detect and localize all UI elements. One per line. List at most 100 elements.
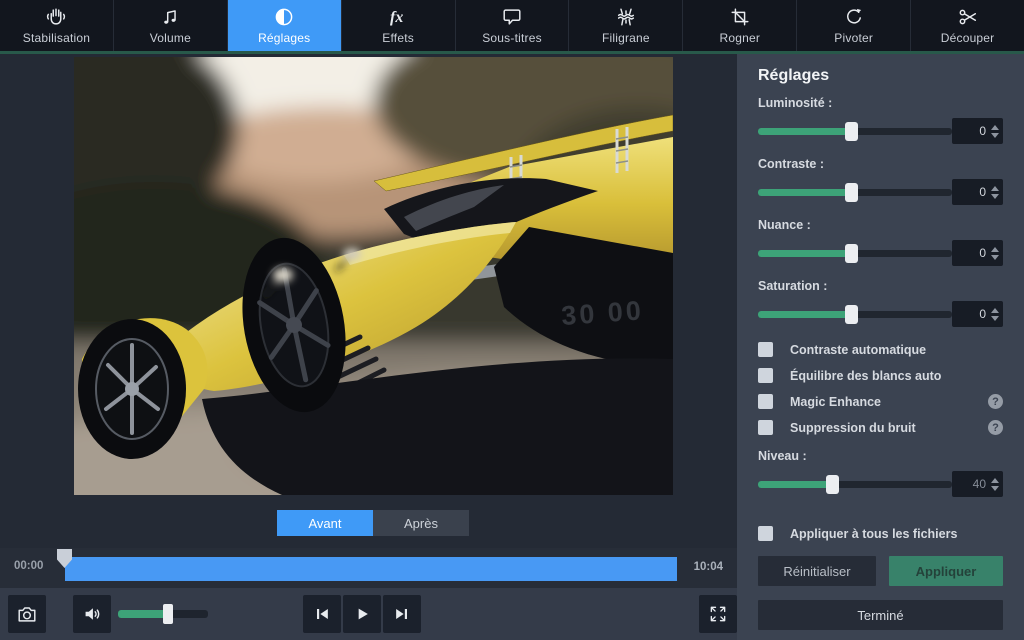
brightness-value-box[interactable]: 0 (952, 118, 1003, 144)
rotate-icon (843, 6, 865, 28)
fullscreen-button[interactable] (699, 595, 737, 633)
volume-thumb[interactable] (163, 604, 173, 624)
apply-all-label: Appliquer à tous les fichiers (790, 527, 957, 541)
hue-slider[interactable] (758, 250, 952, 257)
play-button[interactable] (343, 595, 381, 633)
crop-icon (729, 6, 751, 28)
white-balance-checkbox[interactable] (758, 368, 773, 383)
adjustments-panel: Réglages Luminosité : 0 Contraste : (737, 54, 1024, 640)
magic-enhance-checkbox[interactable] (758, 394, 773, 409)
saturation-thumb[interactable] (845, 305, 858, 324)
brightness-thumb[interactable] (845, 122, 858, 141)
reset-button[interactable]: Réinitialiser (758, 556, 876, 586)
white-balance-row: Équilibre des blancs auto (758, 368, 1003, 383)
tab-volume[interactable]: Volume (113, 0, 227, 51)
spinner-arrows-icon[interactable] (991, 308, 999, 321)
panel-title: Réglages (758, 67, 1003, 85)
magic-enhance-label: Magic Enhance (790, 395, 881, 409)
brightness-label: Luminosité : (758, 96, 1003, 110)
saturation-slider[interactable] (758, 311, 952, 318)
hue-thumb[interactable] (845, 244, 858, 263)
apply-button[interactable]: Appliquer (889, 556, 1003, 586)
auto-contrast-label: Contraste automatique (790, 343, 926, 357)
video-preview-frame: 30 00 (74, 57, 673, 495)
tab-label: Volume (150, 31, 191, 45)
tab-pivoter[interactable]: Pivoter (796, 0, 910, 51)
total-time: 10:04 (694, 561, 723, 573)
volume-slider[interactable] (118, 610, 208, 618)
auto-contrast-checkbox[interactable] (758, 342, 773, 357)
seek-timeline: 00:00 10:04 (0, 548, 737, 588)
brightness-slider[interactable] (758, 128, 952, 135)
apply-all-checkbox[interactable] (758, 526, 773, 541)
level-value-box[interactable]: 40 (952, 471, 1003, 497)
noise-removal-label: Suppression du bruit (790, 421, 916, 435)
hue-group: Nuance : 0 (758, 218, 1003, 266)
level-slider[interactable] (758, 481, 952, 488)
contrast-value-box[interactable]: 0 (952, 179, 1003, 205)
tab-label: Stabilisation (23, 31, 90, 45)
speaker-icon (81, 603, 103, 625)
playhead-marker[interactable] (57, 549, 72, 568)
before-button[interactable]: Avant (277, 510, 373, 536)
tab-sous-titres[interactable]: Sous-titres (455, 0, 569, 51)
hue-label: Nuance : (758, 218, 1003, 232)
contrast-value: 0 (979, 185, 986, 199)
magic-enhance-row: Magic Enhance ? (758, 394, 1003, 409)
white-balance-label: Équilibre des blancs auto (790, 369, 941, 383)
done-button[interactable]: Terminé (758, 600, 1003, 630)
tab-decouper[interactable]: Découper (910, 0, 1024, 51)
before-label: Avant (308, 516, 341, 531)
tab-stabilisation[interactable]: Stabilisation (0, 0, 113, 51)
spinner-arrows-icon[interactable] (991, 125, 999, 138)
tab-label: Filigrane (602, 31, 650, 45)
panel-footer: Appliquer à tous les fichiers Réinitiali… (758, 526, 1003, 630)
contrast-group: Contraste : 0 (758, 157, 1003, 205)
brightness-value: 0 (979, 124, 986, 138)
contrast-thumb[interactable] (845, 183, 858, 202)
saturation-value-box[interactable]: 0 (952, 301, 1003, 327)
next-frame-button[interactable] (383, 595, 421, 633)
hue-value: 0 (979, 246, 986, 260)
current-time: 00:00 (14, 560, 43, 572)
tab-rogner[interactable]: Rogner (682, 0, 796, 51)
tab-reglages[interactable]: Réglages (227, 0, 341, 51)
after-button[interactable]: Après (373, 510, 469, 536)
tool-tabbar: Stabilisation Volume Réglages fx Effets … (0, 0, 1024, 51)
fx-icon: fx (386, 6, 410, 28)
apply-all-row: Appliquer à tous les fichiers (758, 526, 1003, 541)
level-thumb[interactable] (826, 475, 839, 494)
video-editor-window: Stabilisation Volume Réglages fx Effets … (0, 0, 1024, 640)
fullscreen-icon (708, 604, 728, 624)
spinner-arrows-icon[interactable] (991, 186, 999, 199)
tab-filigrane[interactable]: Filigrane (568, 0, 682, 51)
level-value: 40 (973, 477, 986, 491)
previous-frame-button[interactable] (303, 595, 341, 633)
spinner-arrows-icon[interactable] (991, 478, 999, 491)
noise-removal-checkbox[interactable] (758, 420, 773, 435)
preview-area: 30 00 (0, 54, 737, 640)
help-icon[interactable]: ? (988, 394, 1003, 409)
noise-removal-row: Suppression du bruit ? (758, 420, 1003, 435)
snapshot-button[interactable] (8, 595, 46, 633)
tab-effets[interactable]: fx Effets (341, 0, 455, 51)
hand-icon (45, 6, 67, 28)
contrast-slider[interactable] (758, 189, 952, 196)
skip-forward-icon (392, 604, 412, 624)
play-icon (352, 604, 372, 624)
svg-text:fx: fx (390, 9, 403, 26)
seek-track[interactable] (65, 557, 677, 581)
contrast-label: Contraste : (758, 157, 1003, 171)
help-icon[interactable]: ? (988, 420, 1003, 435)
saturation-group: Saturation : 0 (758, 279, 1003, 327)
saturation-label: Saturation : (758, 279, 1003, 293)
saturation-value: 0 (979, 307, 986, 321)
tab-label: Réglages (258, 31, 310, 45)
mute-button[interactable] (73, 595, 111, 633)
brightness-group: Luminosité : 0 (758, 96, 1003, 144)
hue-value-box[interactable]: 0 (952, 240, 1003, 266)
volume-fill (118, 610, 168, 618)
seek-progress (65, 557, 677, 581)
transport-bar (0, 588, 737, 640)
spinner-arrows-icon[interactable] (991, 247, 999, 260)
